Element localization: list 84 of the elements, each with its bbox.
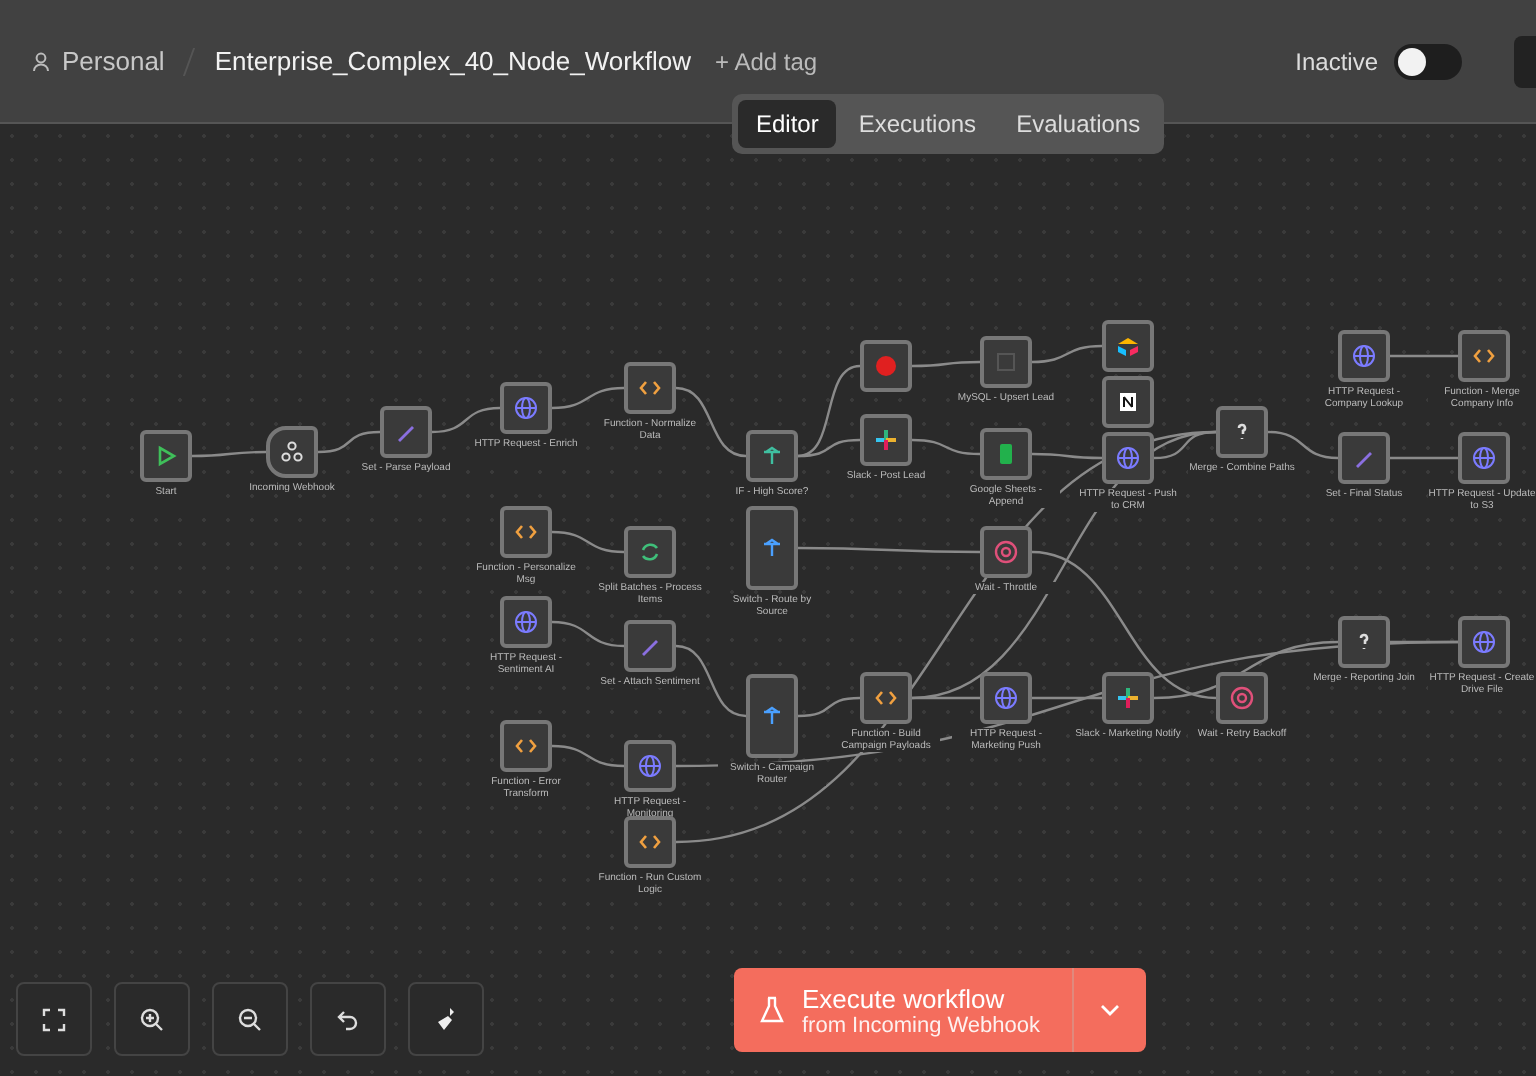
workflow-node[interactable] bbox=[624, 740, 676, 792]
workflow-node[interactable] bbox=[980, 672, 1032, 724]
workflow-node[interactable] bbox=[1458, 616, 1510, 668]
status-label: Inactive bbox=[1295, 47, 1378, 75]
switch-node-icon bbox=[760, 704, 784, 728]
reset-zoom-button[interactable] bbox=[310, 982, 386, 1056]
workflow-node[interactable] bbox=[380, 406, 432, 458]
workflow-node[interactable] bbox=[1102, 672, 1154, 724]
broom-icon bbox=[433, 1006, 459, 1032]
workflow-node[interactable] bbox=[746, 506, 798, 590]
zoom-in-icon bbox=[140, 1007, 164, 1031]
function-node-icon bbox=[638, 376, 662, 400]
webhook-node-icon bbox=[280, 440, 304, 464]
workflow-node[interactable] bbox=[1458, 330, 1510, 382]
workflow-node[interactable] bbox=[1458, 432, 1510, 484]
http-node-icon bbox=[514, 610, 538, 634]
workflow-node[interactable] bbox=[980, 336, 1032, 388]
http-node-icon bbox=[1472, 446, 1496, 470]
split-node-icon bbox=[638, 540, 662, 564]
function-node-icon bbox=[514, 734, 538, 758]
slack-node-icon bbox=[1116, 686, 1140, 710]
workflow-node[interactable] bbox=[1338, 432, 1390, 484]
chevron-down-icon bbox=[1100, 1004, 1121, 1016]
workflow-node[interactable] bbox=[500, 382, 552, 434]
airtable-node-icon bbox=[1116, 334, 1140, 358]
sheets-node-icon bbox=[994, 442, 1018, 466]
workflow-node[interactable] bbox=[1102, 320, 1154, 372]
notion-node-icon bbox=[1116, 390, 1140, 414]
tidy-up-button[interactable] bbox=[408, 982, 484, 1056]
function-node-icon bbox=[638, 830, 662, 854]
function-node-icon bbox=[1472, 344, 1496, 368]
workflow-node[interactable] bbox=[860, 414, 912, 466]
alert-node-icon bbox=[874, 354, 898, 378]
workflow-node[interactable] bbox=[746, 674, 798, 758]
workflow-node[interactable] bbox=[980, 526, 1032, 578]
add-tag-button[interactable]: + Add tag bbox=[703, 47, 818, 75]
http-node-icon bbox=[994, 686, 1018, 710]
http-node-icon bbox=[638, 754, 662, 778]
fit-view-button[interactable] bbox=[16, 982, 92, 1056]
function-node-icon bbox=[874, 686, 898, 710]
zoom-out-icon bbox=[238, 1007, 262, 1031]
view-tab[interactable]: Evaluations bbox=[998, 100, 1159, 148]
execute-workflow-button[interactable]: Execute workflow from Incoming Webhook bbox=[734, 968, 1075, 1052]
workflow-node[interactable] bbox=[624, 362, 676, 414]
active-toggle[interactable] bbox=[1394, 43, 1462, 79]
view-tab[interactable]: Executions bbox=[840, 100, 995, 148]
workflow-node[interactable] bbox=[1216, 406, 1268, 458]
workflow-node[interactable] bbox=[860, 340, 912, 392]
workflow-node[interactable] bbox=[624, 620, 676, 672]
workflow-name[interactable]: Enterprise_Complex_40_Node_Workflow bbox=[214, 46, 692, 76]
workflow-node[interactable] bbox=[500, 720, 552, 772]
switch-node-icon bbox=[760, 536, 784, 560]
flask-icon bbox=[760, 996, 784, 1024]
http-node-icon bbox=[514, 396, 538, 420]
workflow-node[interactable] bbox=[1338, 330, 1390, 382]
view-tab[interactable]: Editor bbox=[738, 100, 837, 148]
workflow-node[interactable] bbox=[1102, 432, 1154, 484]
undo-icon bbox=[336, 1007, 360, 1031]
start-node-icon bbox=[154, 444, 178, 468]
wait-node-icon bbox=[994, 540, 1018, 564]
fit-view-icon bbox=[42, 1007, 66, 1031]
zoom-out-button[interactable] bbox=[212, 982, 288, 1056]
zoom-in-button[interactable] bbox=[114, 982, 190, 1056]
function-node-icon bbox=[514, 520, 538, 544]
workflow-node[interactable] bbox=[1102, 376, 1154, 428]
http-node-icon bbox=[1352, 344, 1376, 368]
http-node-icon bbox=[1116, 446, 1140, 470]
http-node-icon bbox=[1472, 630, 1496, 654]
workflow-node[interactable] bbox=[746, 430, 798, 482]
project-link[interactable]: Personal bbox=[62, 46, 165, 76]
workflow-node[interactable] bbox=[1216, 672, 1268, 724]
workflow-node[interactable] bbox=[860, 672, 912, 724]
workflow-node[interactable] bbox=[980, 428, 1032, 480]
workflow-node[interactable] bbox=[266, 426, 318, 478]
workflow-node[interactable] bbox=[1338, 616, 1390, 668]
if-node-icon bbox=[760, 444, 784, 468]
workflow-node[interactable] bbox=[500, 596, 552, 648]
wait-node-icon bbox=[1230, 686, 1254, 710]
slack-node-icon bbox=[874, 428, 898, 452]
workflow-node[interactable] bbox=[624, 816, 676, 868]
workflow-node[interactable] bbox=[500, 506, 552, 558]
user-icon bbox=[32, 51, 50, 71]
workflow-node[interactable] bbox=[140, 430, 192, 482]
workflow-node[interactable] bbox=[624, 526, 676, 578]
